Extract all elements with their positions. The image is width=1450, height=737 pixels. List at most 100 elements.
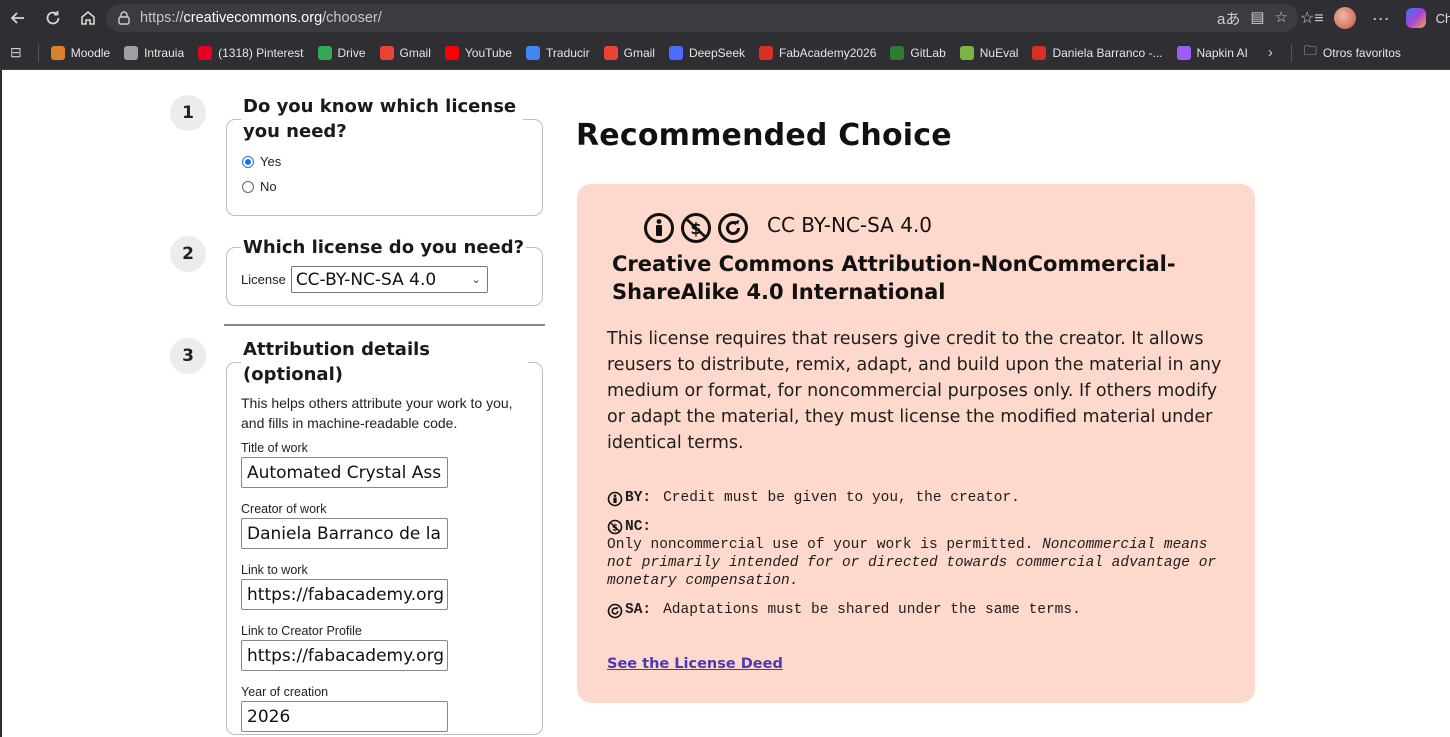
bookmark-item[interactable]: Gmail	[598, 41, 663, 65]
bookmark-favicon-icon	[668, 45, 683, 60]
read-aloud-icon[interactable]: a͏あ	[1217, 8, 1240, 29]
license-field-label: License	[241, 272, 286, 287]
work-link-field-label: Link to work	[241, 563, 308, 577]
bookmark-favicon-icon	[444, 45, 459, 60]
by-term-icon	[607, 491, 623, 507]
bookmark-label: Moodle	[70, 45, 111, 60]
sa-term-icon	[607, 603, 623, 619]
bookmark-label: Daniela Barranco -...	[1052, 45, 1163, 60]
collections-icon[interactable]: ⊟	[0, 44, 32, 61]
license-long-name: Creative Commons Attribution-NonCommerci…	[612, 252, 1176, 304]
bookmark-item[interactable]: Traducir	[520, 41, 598, 65]
bookmarks-bar: ⊟ Moodle Intrauia (1318) Pinterest Drive Gma…	[0, 36, 1450, 70]
no-option[interactable]: No	[241, 174, 528, 199]
bookmark-item[interactable]: Moodle	[45, 41, 118, 65]
page-content: 1 Do you know which license you need? Ye…	[0, 70, 1450, 737]
bookmark-favicon-icon	[50, 45, 65, 60]
bookmark-favicon-icon	[526, 45, 541, 60]
no-radio[interactable]	[242, 180, 254, 193]
favorites-icon[interactable]: ☆≡	[1300, 8, 1324, 28]
cc-nc-icon: $	[681, 213, 711, 243]
browser-toolbar: https://creativecommons.org/chooser/ a͏あ…	[0, 0, 1450, 36]
bookmark-label: Gmail	[623, 45, 655, 60]
profile-avatar[interactable]	[1333, 7, 1356, 29]
url-host: creativecommons.org	[183, 10, 323, 26]
more-options-icon[interactable]: ···	[1372, 8, 1390, 29]
term-nc: $ NC: Only noncommercial use of your wor…	[607, 519, 1227, 590]
bookmark-item[interactable]: GitLab	[884, 41, 953, 65]
license-deed-link[interactable]: See the License Deed	[607, 656, 783, 672]
home-icon	[81, 10, 95, 25]
favorite-star-icon[interactable]: ☆	[1275, 8, 1288, 29]
step-3-badge: 3	[170, 338, 206, 374]
attribution-legend: Attribution details (optional)	[243, 339, 431, 385]
sa-term-text: Adaptations must be shared under the sam…	[663, 602, 1081, 618]
yes-label: Yes	[260, 154, 282, 169]
bookmark-item[interactable]: NuEval	[954, 41, 1027, 65]
year-field-label: Year of creation	[241, 685, 329, 699]
license-icons: $	[643, 212, 749, 244]
back-button[interactable]	[1, 3, 35, 33]
creator-input[interactable]: Daniela Barranco de la	[241, 518, 448, 549]
license-select[interactable]: CC-BY-NC-SA 4.0 ⌄	[290, 266, 488, 293]
reading-view-icon[interactable]: ▤	[1250, 8, 1264, 29]
term-by: BY: Credit must be given to you, the cre…	[607, 490, 1227, 507]
bookmark-item[interactable]: YouTube	[439, 41, 520, 65]
title-field-label: Title of work	[241, 441, 308, 455]
bookmarks-divider	[1290, 43, 1292, 62]
bookmark-label: (1318) Pinterest	[218, 45, 304, 60]
bookmark-item[interactable]: Gmail	[374, 41, 439, 65]
cc-by-icon	[644, 213, 674, 243]
cc-sa-icon	[718, 213, 748, 243]
license-short-name: CC BY-NC-SA 4.0	[767, 213, 933, 237]
license-select-card: Which license do you need? License CC-BY…	[226, 235, 543, 306]
recommended-license-panel: $ CC BY-NC-SA 4.0 Creative Commons Attri…	[577, 184, 1255, 703]
chevron-down-icon: ⌄	[471, 273, 481, 286]
nc-term-code: NC:	[625, 519, 652, 535]
reload-button[interactable]	[36, 3, 70, 33]
by-term-code: BY:	[625, 490, 652, 506]
bookmark-label: Drive	[337, 45, 366, 60]
work-link-input[interactable]: https://fabacademy.org	[241, 579, 448, 610]
section-divider	[224, 324, 545, 326]
bookmark-favicon-icon	[603, 45, 618, 60]
title-input[interactable]: Automated Crystal Ass	[241, 457, 448, 488]
home-button[interactable]	[71, 3, 105, 33]
attribution-help-text: This helps others attribute your work to…	[241, 395, 513, 431]
bookmark-favicon-icon	[759, 45, 773, 60]
bookmark-item[interactable]: Daniela Barranco -...	[1026, 41, 1170, 65]
nc-term-icon: $	[607, 519, 623, 535]
site-info-icon[interactable]	[116, 10, 132, 26]
attribution-card: Attribution details (optional) This help…	[226, 337, 543, 735]
bookmark-item[interactable]: FabAcademy2026	[753, 41, 884, 65]
license-description: This license requires that reusers give …	[607, 329, 1222, 453]
bookmark-item[interactable]: Intrauia	[118, 41, 192, 65]
yes-radio[interactable]	[242, 155, 254, 168]
bookmark-label: DeepSeek	[688, 45, 745, 60]
bookmark-label: Intrauia	[144, 45, 185, 60]
year-input[interactable]: 2026	[241, 701, 448, 732]
license-select-value: CC-BY-NC-SA 4.0	[295, 269, 437, 290]
license-terms: BY: Credit must be given to you, the cre…	[607, 490, 1227, 627]
copilot-icon[interactable]	[1405, 8, 1426, 28]
creator-profile-input[interactable]: https://fabacademy.org	[241, 640, 448, 671]
bookmark-label: YouTube	[464, 45, 513, 60]
bookmarks-divider	[37, 43, 39, 62]
more-bookmarks-chevron-icon[interactable]: ›	[1256, 44, 1285, 61]
bookmark-item[interactable]: Napkin AI	[1171, 41, 1256, 65]
bookmark-favicon-icon	[124, 45, 139, 60]
other-favorites-folder[interactable]: 🗀 Otros favoritos	[1298, 41, 1409, 65]
svg-text:$: $	[612, 524, 618, 534]
back-arrow-icon	[10, 12, 24, 24]
bookmark-favicon-icon	[890, 45, 905, 60]
url-path: /chooser/	[322, 10, 382, 26]
nc-term-text: Only noncommercial use of your work is p…	[607, 537, 1034, 553]
bookmark-item[interactable]: (1318) Pinterest	[192, 41, 311, 65]
profile-label[interactable]: Ch	[1436, 11, 1450, 26]
bookmark-item[interactable]: Drive	[312, 41, 374, 65]
bookmark-label: GitLab	[910, 45, 946, 60]
bookmark-item[interactable]: DeepSeek	[663, 41, 753, 65]
bookmark-favicon-icon	[959, 45, 974, 60]
yes-option[interactable]: Yes	[241, 149, 528, 174]
address-bar[interactable]: https://creativecommons.org/chooser/ a͏あ…	[106, 4, 1298, 32]
